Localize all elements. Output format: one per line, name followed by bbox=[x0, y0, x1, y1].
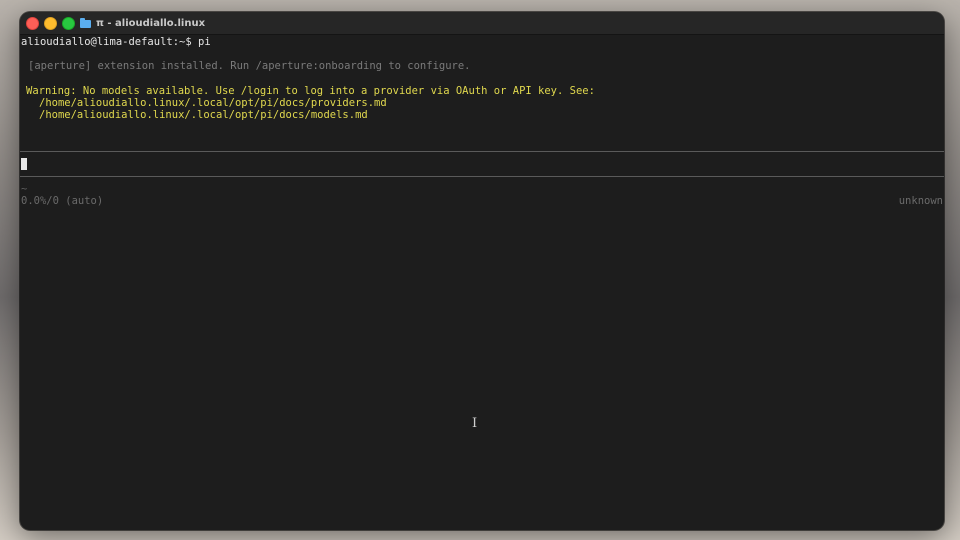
terminal-content[interactable]: alioudiallo@lima-default:~$ pi [aperture… bbox=[20, 34, 944, 530]
models-doc-path: /home/alioudiallo.linux/.local/opt/pi/do… bbox=[39, 109, 368, 121]
maximize-window-button[interactable] bbox=[62, 17, 75, 30]
window-title: π - alioudiallo.linux bbox=[80, 16, 205, 30]
title-bar[interactable]: π - alioudiallo.linux bbox=[20, 12, 944, 35]
minimize-window-button[interactable] bbox=[44, 17, 57, 30]
context-usage-status: 0.0%/0 (auto) bbox=[21, 195, 104, 207]
input-divider-bottom bbox=[20, 176, 944, 177]
input-divider-top bbox=[20, 151, 944, 152]
shell-prompt-line: alioudiallo@lima-default:~$ pi bbox=[21, 36, 211, 48]
text-cursor bbox=[21, 158, 27, 170]
mouse-ibeam-cursor-icon: I bbox=[472, 416, 478, 431]
terminal-window: π - alioudiallo.linux alioudiallo@lima-d… bbox=[20, 12, 944, 530]
close-window-button[interactable] bbox=[26, 17, 39, 30]
folder-icon bbox=[80, 17, 91, 28]
extension-info-line: [aperture] extension installed. Run /ape… bbox=[28, 60, 471, 72]
window-title-text: π - alioudiallo.linux bbox=[96, 17, 206, 29]
model-status: unknown bbox=[898, 195, 943, 207]
